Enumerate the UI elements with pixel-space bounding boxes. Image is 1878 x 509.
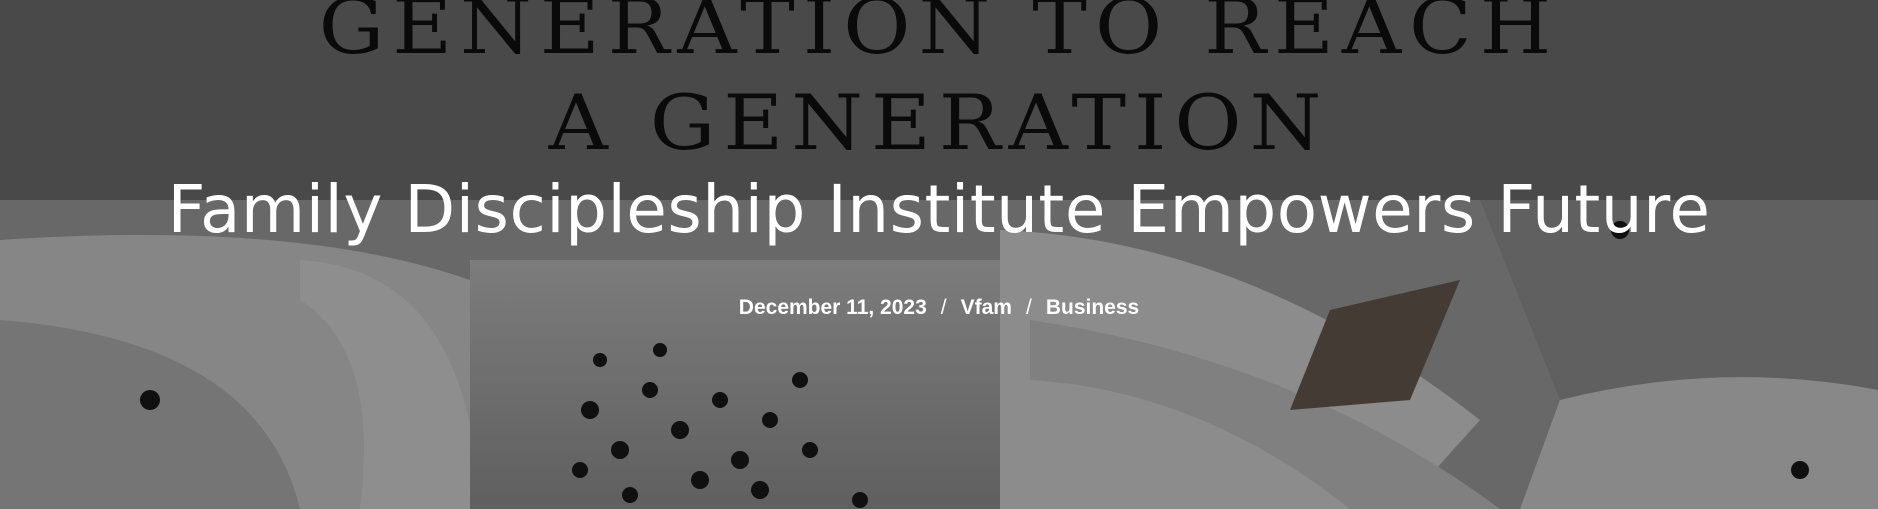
post-date-link[interactable]: December 11, 2023: [739, 296, 927, 319]
post-meta: December 11, 2023 / Vfam / Business: [0, 294, 1878, 322]
hero-banner: GENERATION TO REACH A GENERATION Family …: [0, 0, 1878, 509]
meta-separator: /: [1025, 296, 1032, 319]
post-author-link[interactable]: Vfam: [961, 296, 1012, 319]
meta-separator: /: [940, 296, 947, 319]
hero-dark-overlay: [0, 0, 1878, 509]
post-category-link[interactable]: Business: [1046, 296, 1139, 319]
post-title: Family Discipleship Institute Empowers F…: [167, 171, 1711, 248]
